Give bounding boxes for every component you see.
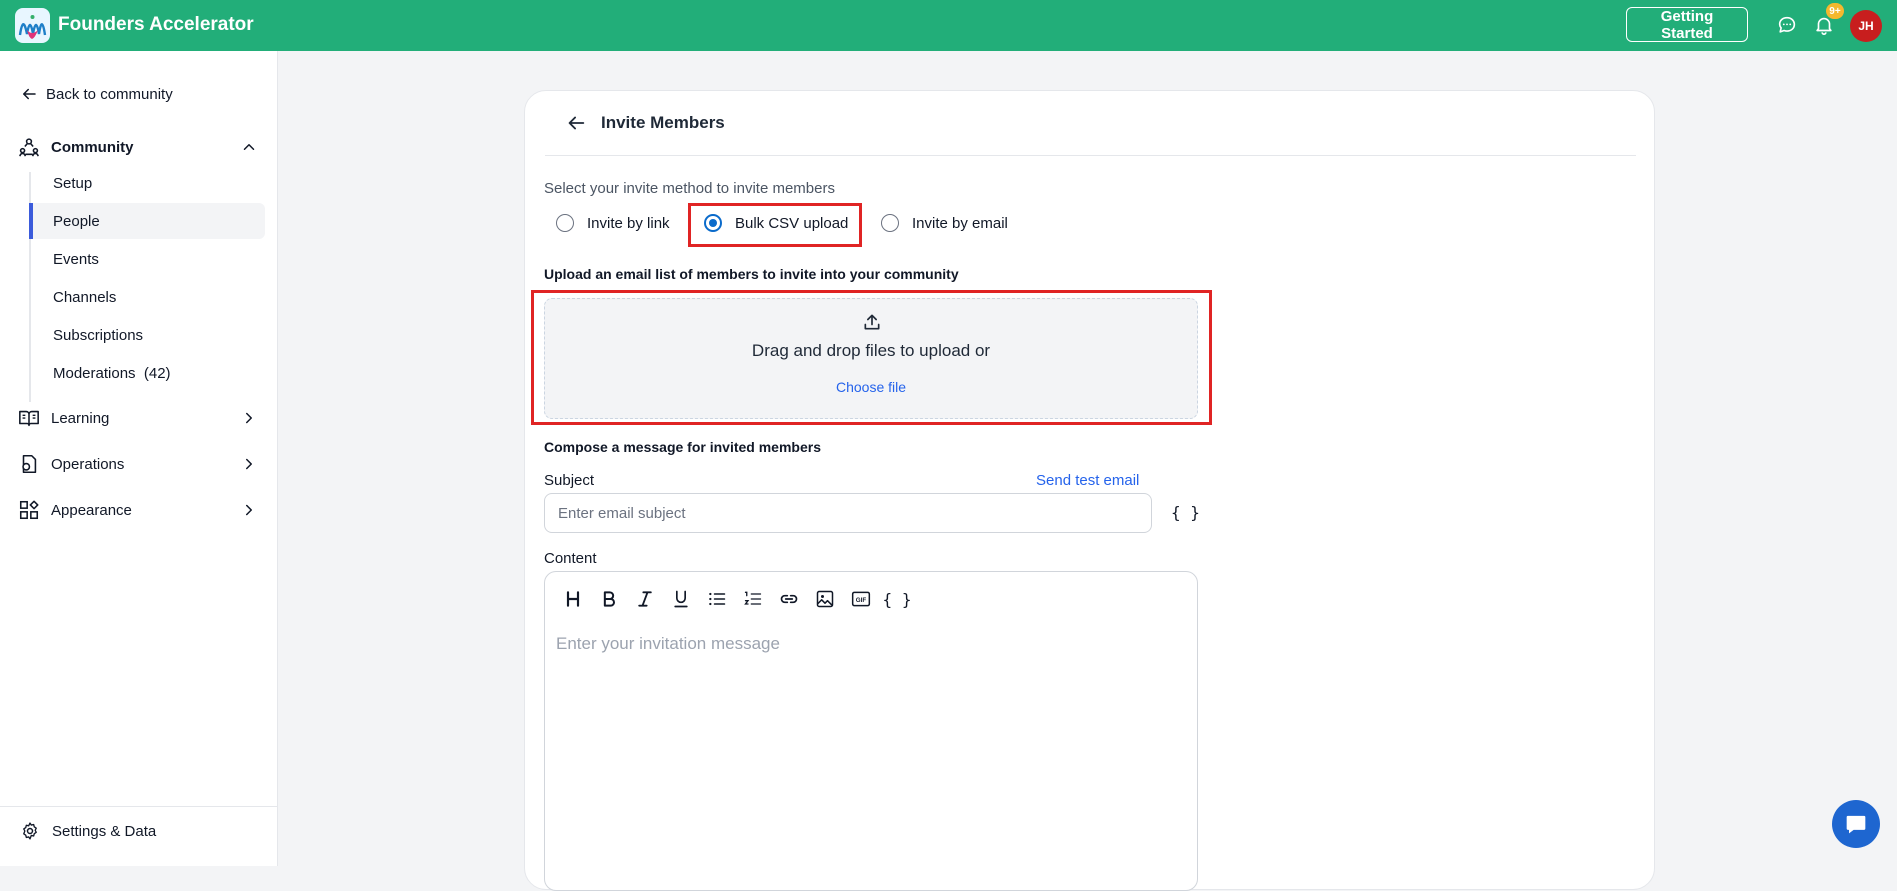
gif-label: GIF [856, 597, 867, 604]
chevron-up-icon [243, 144, 255, 150]
email-subject-input[interactable] [544, 493, 1152, 533]
rich-text-editor[interactable]: GIF { } Enter your invitation message [544, 571, 1198, 891]
highlight-box-dropzone [531, 290, 1212, 425]
card-header: Invite Members [545, 91, 1636, 156]
appearance-label: Appearance [51, 501, 132, 519]
bullet-list-button[interactable] [699, 586, 735, 612]
appearance-icon [19, 500, 39, 520]
link-button[interactable] [771, 586, 807, 612]
subject-label: Subject [544, 472, 595, 489]
arrow-left-icon [23, 88, 36, 100]
operations-label: Operations [51, 455, 125, 473]
notification-badge: 9+ [1826, 3, 1844, 19]
sidebar-section-learning[interactable]: Learning [18, 403, 258, 433]
heading-button[interactable] [555, 586, 591, 612]
invite-method-prompt: Select your invite method to invite memb… [544, 180, 835, 197]
gif-icon: GIF [851, 591, 871, 607]
radio-label: Invite by email [912, 214, 1008, 232]
numbered-list-button[interactable] [735, 586, 771, 612]
variables-button[interactable]: { } [879, 586, 915, 612]
getting-started-button[interactable]: Getting Started [1626, 7, 1748, 42]
sidebar-section-appearance[interactable]: Appearance [18, 495, 258, 525]
gear-icon [23, 822, 37, 840]
back-arrow-icon[interactable] [565, 112, 587, 134]
sidebar: Back to community Community Setup People… [0, 51, 278, 866]
underline-icon [674, 590, 688, 608]
variables-label: { } [882, 589, 912, 609]
link-icon [780, 594, 798, 604]
editor-placeholder: Enter your invitation message [556, 634, 780, 653]
radio-label: Invite by link [587, 214, 670, 232]
subject-variables-button[interactable]: { } [1171, 503, 1200, 522]
sidebar-item-events[interactable]: Events [29, 241, 265, 277]
sidebar-item-subscriptions[interactable]: Subscriptions [29, 317, 265, 353]
upload-heading: Upload an email list of members to invit… [544, 266, 959, 282]
image-icon [816, 590, 834, 608]
page-title: Invite Members [601, 113, 725, 132]
back-link-label: Back to community [46, 85, 173, 103]
chevron-right-icon [246, 412, 252, 424]
community-icon [19, 138, 39, 157]
compose-heading: Compose a message for invited members [544, 439, 821, 455]
top-bar: Founders Accelerator Getting Started 9+ … [0, 0, 1897, 51]
settings-label: Settings & Data [52, 822, 157, 840]
radio-button[interactable] [556, 214, 574, 232]
bold-button[interactable] [591, 586, 627, 612]
italic-button[interactable] [627, 586, 663, 612]
chat-bubble-icon [1846, 815, 1866, 834]
sidebar-item-people[interactable]: People [29, 203, 265, 239]
learning-label: Learning [51, 409, 110, 427]
italic-icon [638, 591, 652, 607]
avatar[interactable]: JH [1850, 10, 1882, 42]
sidebar-item-channels[interactable]: Channels [29, 279, 265, 315]
app-name[interactable]: Founders Accelerator [58, 14, 254, 36]
heading-icon [566, 591, 580, 607]
support-chat-button[interactable] [1832, 800, 1880, 848]
radio-button[interactable] [881, 214, 899, 232]
chevron-right-icon [246, 504, 252, 516]
sidebar-item-setup[interactable]: Setup [29, 165, 265, 201]
gif-button[interactable]: GIF [843, 586, 879, 612]
send-test-email-link[interactable]: Send test email [1036, 472, 1139, 489]
settings-and-data-link[interactable]: Settings & Data [20, 821, 156, 841]
chevron-right-icon [246, 458, 252, 470]
operations-icon [22, 454, 37, 474]
community-logo[interactable] [15, 8, 50, 43]
back-to-community-link[interactable]: Back to community [20, 85, 173, 103]
highlight-box-csv-option [688, 203, 862, 247]
book-icon [19, 410, 39, 427]
sidebar-section-operations[interactable]: Operations [18, 449, 258, 479]
numbered-list-icon [744, 591, 762, 605]
sidebar-footer-divider [0, 806, 278, 807]
sidebar-item-moderations[interactable]: Moderations (42) [29, 355, 265, 391]
image-button[interactable] [807, 586, 843, 612]
radio-invite-by-email[interactable]: Invite by email [881, 214, 1008, 232]
content-label: Content [544, 550, 597, 567]
community-label: Community [51, 138, 134, 156]
sidebar-section-community[interactable]: Community [18, 132, 258, 162]
underline-button[interactable] [663, 586, 699, 612]
radio-invite-by-link[interactable]: Invite by link [556, 214, 670, 232]
chat-icon[interactable] [1776, 14, 1798, 36]
bold-icon [603, 591, 615, 607]
bullet-list-icon [709, 592, 726, 606]
editor-toolbar: GIF { } [555, 586, 915, 612]
